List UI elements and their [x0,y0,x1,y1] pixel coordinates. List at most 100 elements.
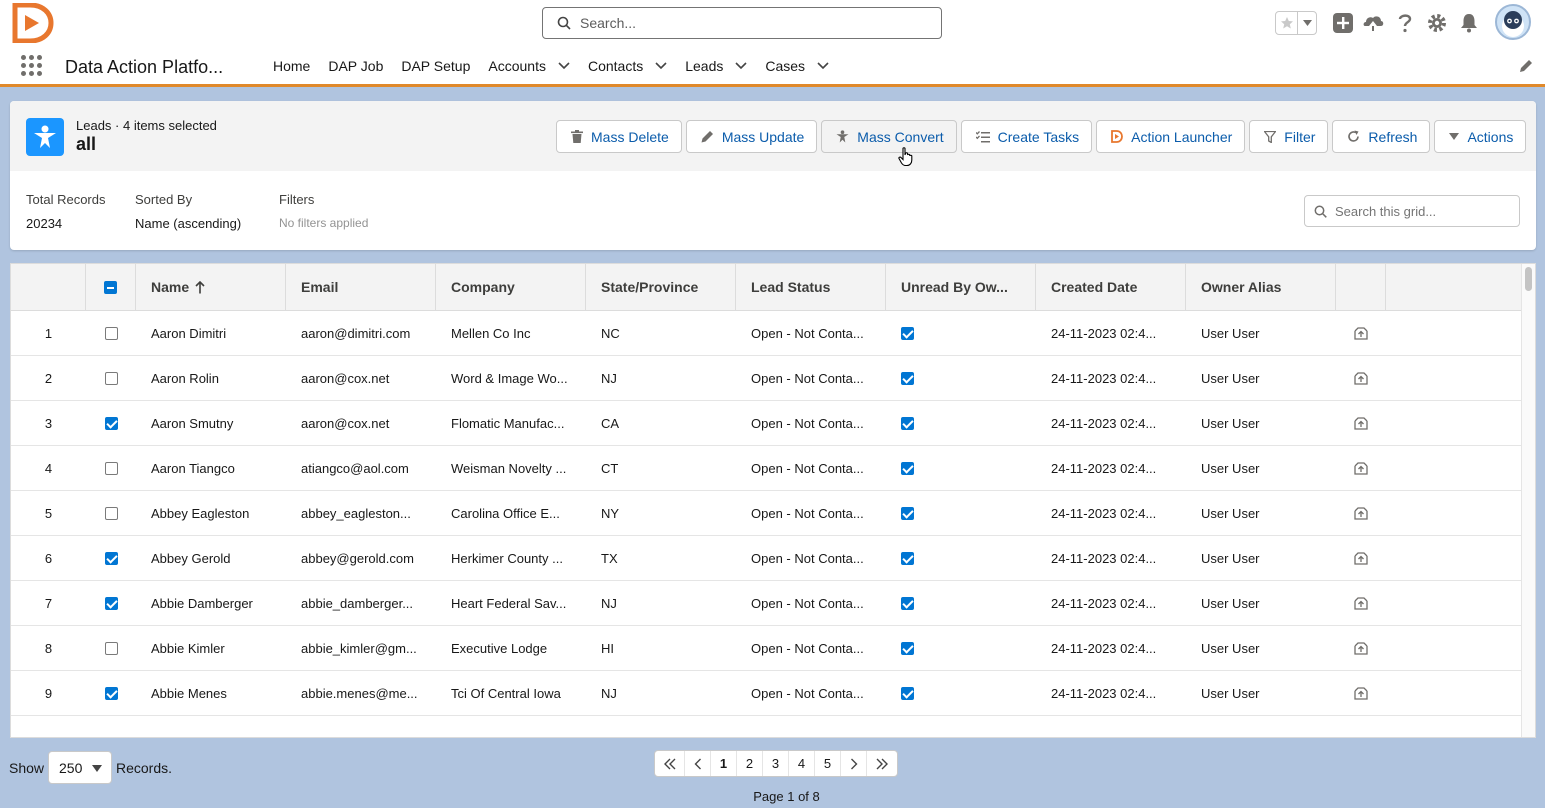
open-record-icon[interactable] [1354,596,1368,610]
column-header-lead-status[interactable]: Lead Status [736,264,886,310]
page-4-button[interactable]: 4 [789,751,815,776]
open-record-icon[interactable] [1354,641,1368,655]
unread-checkbox[interactable] [901,506,914,520]
cell-email[interactable]: abbie_kimler@gm... [286,626,436,670]
column-header-created-date[interactable]: Created Date [1036,264,1186,310]
cell-name[interactable]: Abbie Menes [136,671,286,715]
unread-checkbox[interactable] [901,371,914,385]
chevron-down-icon[interactable] [655,62,667,70]
column-header-owner-alias[interactable]: Owner Alias [1186,264,1336,310]
cell-state[interactable]: TX [586,536,736,580]
cell-state[interactable]: NY [586,491,736,535]
page-5-button[interactable]: 5 [815,751,841,776]
cell-company[interactable]: Carolina Office E... [436,491,586,535]
cell-email[interactable]: aaron@cox.net [286,401,436,445]
cell-owner-alias[interactable]: User User [1186,491,1336,535]
row-select-checkbox[interactable] [104,461,118,475]
favorites-dropdown-icon[interactable] [1298,12,1316,34]
cell-created-date[interactable]: 24-11-2023 02:4... [1036,626,1186,670]
cell-company[interactable]: Heart Federal Sav... [436,581,586,625]
nav-item-dap-setup[interactable]: DAP Setup [401,58,470,74]
unread-checkbox[interactable] [901,596,914,610]
cell-name[interactable]: Abbey Gerold [136,536,286,580]
cell-lead-status[interactable]: Open - Not Conta... [736,311,886,355]
cell-name[interactable]: Abbie Damberger [136,581,286,625]
cell-created-date[interactable]: 24-11-2023 02:4... [1036,671,1186,715]
refresh-button[interactable]: Refresh [1332,120,1431,153]
row-select-checkbox[interactable] [104,596,118,610]
chevron-down-icon[interactable] [817,62,829,70]
cell-company[interactable]: Word & Image Wo... [436,356,586,400]
cell-created-date[interactable]: 24-11-2023 02:4... [1036,581,1186,625]
open-record-icon[interactable] [1354,551,1368,565]
open-record-icon[interactable] [1354,416,1368,430]
cell-state[interactable]: NJ [586,356,736,400]
cell-email[interactable]: aaron@cox.net [286,356,436,400]
app-launcher-waffle-icon[interactable] [21,55,43,77]
cell-company[interactable]: Tci Of Central Iowa [436,671,586,715]
first-page-button[interactable] [655,751,685,776]
column-header-unread-by-owner[interactable]: Unread By Ow... [886,264,1036,310]
global-search[interactable] [542,7,942,39]
unread-checkbox[interactable] [901,326,914,340]
last-page-button[interactable] [867,751,897,776]
cell-owner-alias[interactable]: User User [1186,671,1336,715]
cell-name[interactable]: Abbey Eagleston [136,491,286,535]
global-search-input[interactable] [580,15,920,31]
cell-lead-status[interactable]: Open - Not Conta... [736,626,886,670]
cell-company[interactable]: Flomatic Manufac... [436,401,586,445]
mass-delete-button[interactable]: Mass Delete [556,120,682,153]
next-page-button[interactable] [841,751,867,776]
cell-owner-alias[interactable]: User User [1186,311,1336,355]
row-select-checkbox[interactable] [104,686,118,700]
chevron-down-icon[interactable] [735,62,747,70]
unread-checkbox[interactable] [901,551,914,565]
cell-lead-status[interactable]: Open - Not Conta... [736,536,886,580]
cell-created-date[interactable]: 24-11-2023 02:4... [1036,446,1186,490]
setup-gear-icon[interactable] [1426,12,1448,34]
page-3-button[interactable]: 3 [763,751,789,776]
cell-lead-status[interactable]: Open - Not Conta... [736,446,886,490]
trailhead-icon[interactable] [1362,12,1384,34]
page-1-button[interactable]: 1 [711,751,737,776]
cell-created-date[interactable]: 24-11-2023 02:4... [1036,311,1186,355]
cell-owner-alias[interactable]: User User [1186,626,1336,670]
nav-item-cases[interactable]: Cases [765,58,829,74]
cell-lead-status[interactable]: Open - Not Conta... [736,581,886,625]
cell-email[interactable]: abbie.menes@me... [286,671,436,715]
column-header-company[interactable]: Company [436,264,586,310]
cell-state[interactable]: HI [586,626,736,670]
cell-state[interactable]: NJ [586,581,736,625]
grid-scrollbar[interactable] [1521,264,1535,737]
cell-lead-status[interactable]: Open - Not Conta... [736,401,886,445]
cell-email[interactable]: abbey_eagleston... [286,491,436,535]
row-select-checkbox[interactable] [104,416,118,430]
cell-owner-alias[interactable]: User User [1186,581,1336,625]
cell-name[interactable]: Aaron Rolin [136,356,286,400]
cell-owner-alias[interactable]: User User [1186,536,1336,580]
row-select-checkbox[interactable] [104,551,118,565]
cell-owner-alias[interactable]: User User [1186,356,1336,400]
column-header-state[interactable]: State/Province [586,264,736,310]
open-record-icon[interactable] [1354,506,1368,520]
global-actions-plus-icon[interactable] [1332,12,1354,34]
unread-checkbox[interactable] [901,686,914,700]
row-select-checkbox[interactable] [104,371,118,385]
unread-checkbox[interactable] [901,641,914,655]
cell-name[interactable]: Abbie Kimler [136,626,286,670]
open-record-icon[interactable] [1354,686,1368,700]
page-2-button[interactable]: 2 [737,751,763,776]
cell-state[interactable]: CT [586,446,736,490]
cell-created-date[interactable]: 24-11-2023 02:4... [1036,401,1186,445]
cell-company[interactable]: Executive Lodge [436,626,586,670]
cell-state[interactable]: NC [586,311,736,355]
favorite-star-icon[interactable] [1276,12,1298,34]
cell-owner-alias[interactable]: User User [1186,401,1336,445]
cell-name[interactable]: Aaron Dimitri [136,311,286,355]
grid-search-input[interactable] [1335,203,1505,219]
mass-update-button[interactable]: Mass Update [685,120,818,153]
cell-created-date[interactable]: 24-11-2023 02:4... [1036,491,1186,535]
open-record-icon[interactable] [1354,461,1368,475]
cell-email[interactable]: abbie_damberger... [286,581,436,625]
cell-name[interactable]: Aaron Tiangco [136,446,286,490]
